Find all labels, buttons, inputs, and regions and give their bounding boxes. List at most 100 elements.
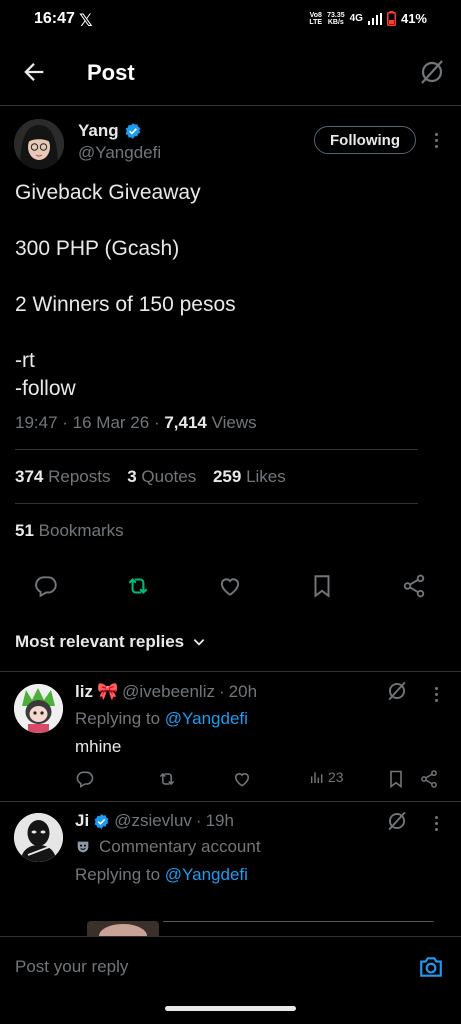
post-text-line: -follow	[15, 377, 76, 400]
reply-icon	[35, 576, 57, 598]
bookmark-icon	[314, 575, 330, 598]
replying-to: Replying to @Yangdefi	[75, 709, 248, 728]
post-text-line: Giveback Giveaway	[15, 181, 201, 204]
reply-text: mhine	[75, 737, 122, 756]
reply-media-preview[interactable]	[87, 921, 159, 936]
chevron-down-icon	[193, 639, 205, 646]
avatar-image	[14, 813, 63, 862]
share-icon	[403, 574, 425, 598]
heart-icon	[220, 578, 240, 596]
grok-button[interactable]	[418, 58, 446, 86]
reply-header: Ji @zsievluv · 19h	[75, 811, 234, 831]
share-icon	[421, 770, 437, 788]
reply-grok-button[interactable]	[386, 680, 408, 702]
reply-more-button[interactable]	[426, 684, 446, 704]
quotes-stat[interactable]: 3 Quotes	[127, 467, 196, 486]
reply-share-button[interactable]	[419, 769, 439, 789]
repost-icon	[128, 578, 148, 594]
post-time: 19:47	[15, 413, 58, 432]
reply-like-button[interactable]	[232, 769, 252, 789]
avatar-image	[14, 684, 63, 733]
reply-reply-button[interactable]	[75, 769, 95, 789]
commentary-badge: Commentary account	[75, 837, 261, 857]
bookmark-button[interactable]	[309, 573, 335, 599]
page-title: Post	[87, 60, 135, 85]
likes-stat[interactable]: 259 Likes	[213, 467, 286, 486]
verified-badge-icon	[125, 123, 140, 139]
camera-button[interactable]	[418, 954, 444, 980]
sort-label: Most relevant replies	[15, 632, 185, 651]
back-button[interactable]	[20, 58, 48, 86]
replying-to-handle[interactable]: @Yangdefi	[165, 709, 248, 728]
home-indicator[interactable]	[165, 1006, 296, 1011]
reply-author-handle[interactable]: @ivebeenliz	[122, 682, 215, 702]
grok-icon	[388, 811, 406, 831]
media-image	[87, 921, 159, 936]
status-indicators: Vo8 LTE 73.35 KB/s 4G 41%	[309, 11, 427, 26]
avatar-image	[14, 119, 64, 169]
post-text-line: 2 Winners of 150 pesos	[15, 293, 236, 316]
author-handle[interactable]: @Yangdefi	[78, 143, 161, 163]
reply-header: liz 🎀 @ivebeenliz · 20h	[75, 682, 258, 702]
verified-badge-icon	[94, 813, 109, 829]
reply-bookmark-button[interactable]	[386, 769, 406, 789]
header-divider	[0, 105, 461, 106]
reply-views-count: 23	[328, 769, 344, 785]
reply-icon	[76, 771, 94, 788]
reply-avatar[interactable]	[14, 813, 63, 862]
battery-icon	[386, 11, 396, 26]
reposts-stat[interactable]: 374 Reposts	[15, 467, 110, 486]
network-type: 4G	[349, 13, 363, 24]
reply-views-button[interactable]: 23	[309, 769, 344, 785]
share-button[interactable]	[401, 573, 427, 599]
views-count: 7,414	[164, 413, 207, 432]
replying-to: Replying to @Yangdefi	[75, 865, 248, 884]
reply-author-handle[interactable]: @zsievluv	[114, 811, 192, 831]
grok-icon	[388, 681, 406, 701]
reply-repost-button[interactable]	[157, 769, 177, 789]
arrow-left-icon	[24, 63, 44, 81]
bookmarks-stat[interactable]: 51 Bookmarks	[15, 521, 124, 541]
repost-icon	[159, 772, 175, 786]
reply-grok-button[interactable]	[386, 810, 408, 832]
bookmark-icon	[390, 770, 402, 789]
post-date: 16 Mar 26	[72, 413, 150, 432]
signal-icon	[367, 12, 382, 25]
views-label: Views	[211, 413, 257, 432]
reply-age: 19h	[205, 811, 234, 830]
replying-to-handle[interactable]: @Yangdefi	[165, 865, 248, 884]
media-edge	[163, 921, 434, 922]
engagement-stats: 374 Reposts 3 Quotes 259 Likes	[15, 467, 286, 487]
battery-percent: 41%	[400, 11, 427, 26]
reply-more-button[interactable]	[426, 813, 446, 833]
reply-author-name[interactable]: Ji	[75, 811, 89, 831]
like-button[interactable]	[217, 573, 243, 599]
network-speed: 73.35 KB/s	[327, 11, 345, 26]
theater-masks-icon	[77, 841, 89, 853]
heart-icon	[234, 773, 250, 787]
reply-composer[interactable]: Post your reply	[0, 936, 461, 996]
reply-age: 20h	[228, 682, 258, 701]
grok-icon	[421, 60, 443, 84]
author-avatar[interactable]	[14, 119, 64, 169]
reply-avatar[interactable]	[14, 684, 63, 733]
reply-author-name[interactable]: liz	[75, 682, 93, 702]
stats-divider	[15, 503, 418, 504]
x-logo-icon: 𝕏	[79, 11, 93, 30]
analytics-icon	[310, 772, 323, 783]
meta-divider	[15, 449, 418, 450]
replies-sort-dropdown[interactable]: Most relevant replies	[15, 632, 206, 652]
camera-icon	[420, 957, 442, 977]
repost-button[interactable]	[125, 573, 151, 599]
sort-divider	[0, 671, 461, 672]
reply-button[interactable]	[33, 573, 59, 599]
following-button[interactable]: Following	[314, 126, 416, 154]
author-name-row[interactable]: Yang	[78, 121, 142, 141]
author-name[interactable]: Yang	[78, 121, 119, 141]
post-meta: 19:47 · 16 Mar 26 · 7,414 Views	[15, 413, 257, 432]
bow-emoji: 🎀	[96, 682, 119, 701]
reply-input[interactable]: Post your reply	[15, 957, 128, 977]
commentary-label: Commentary account	[99, 837, 261, 856]
status-bar: 16:47 𝕏 Vo8 LTE 73.35 KB/s 4G 41%	[0, 0, 461, 40]
post-more-button[interactable]	[426, 130, 446, 150]
